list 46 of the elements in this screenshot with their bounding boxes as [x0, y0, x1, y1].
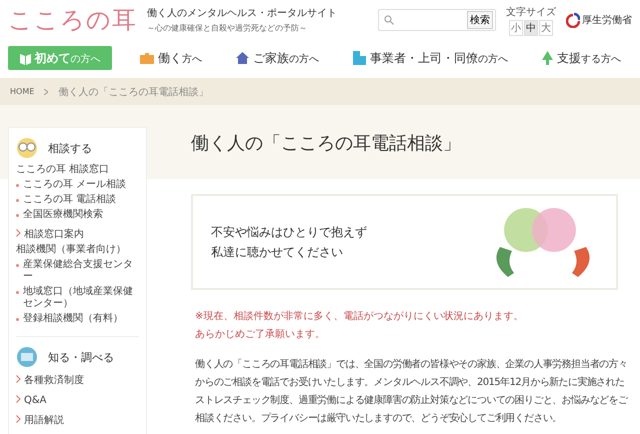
font-size-button[interactable]: 中: [524, 20, 538, 36]
ministry-emblem-icon: [566, 12, 580, 28]
banner-text: 不安や悩みはひとりで抱えず: [211, 224, 367, 241]
chevron-icon: [44, 88, 48, 94]
sidebar-link[interactable]: こころの耳 電話相談: [23, 194, 139, 206]
ministry-logo[interactable]: 厚生労働省: [566, 12, 632, 28]
nav-link[interactable]: 働く 方へ: [140, 50, 202, 66]
sidebar-heading: 相談する: [48, 140, 92, 156]
site-tagline: 働く人のメンタルヘルス・ポータルサイト: [147, 6, 338, 20]
font-size-label: 文字サイズ: [506, 6, 556, 18]
search-button[interactable]: 検索: [467, 11, 493, 29]
briefcase-icon: [140, 52, 154, 64]
sidebar-link[interactable]: Q&A: [24, 395, 47, 407]
chevron-icon: [16, 375, 21, 383]
notice-text: ※現在、相談件数が非常に多く、電話がつながりにくい状況にあります。: [195, 310, 524, 324]
sidebar-link[interactable]: 産業保健総合支援センター: [23, 259, 139, 283]
font-size-button[interactable]: 大: [539, 20, 553, 36]
tree-icon: [542, 51, 553, 65]
body-paragraph: 働く人の「こころの耳電話相談」では、全国の労働者の皆様やその家族、企業の人事労務担当者の方々からのご相談を電話でお受けいたします。メンタルヘルス不調や、2015年12月から新たに実施されたストレスチェック制度、過重労働による健康障害の防止対策などについての困りごと、お悩みなどをご相談ください。プライバシーは厳守いたしますので、どうぞ安心してご利用ください。: [195, 358, 629, 426]
sidebar-link[interactable]: 相談窓口案内: [24, 229, 84, 241]
sidebar-link[interactable]: 登録相談機関（有料）: [23, 313, 139, 325]
chevron-icon: [16, 229, 21, 237]
sidebar-link[interactable]: 全国医療機関検索: [23, 209, 139, 221]
nav-link[interactable]: ご家族の方へ: [236, 50, 319, 66]
notice-text: あらかじめご了承願います。: [195, 328, 326, 342]
building-icon: [353, 51, 366, 65]
sidebar-link[interactable]: 各種救済制度: [24, 375, 84, 387]
sidebar-subheading: こころの耳 相談窓口: [16, 164, 110, 175]
sidebar-link[interactable]: 地域窓口（地域産業保健センター）: [23, 286, 139, 310]
nav-link[interactable]: 支援する方へ: [542, 50, 621, 66]
sidebar-link[interactable]: 用語解説: [24, 415, 64, 427]
house-icon: [236, 52, 249, 64]
font-size-button[interactable]: 小: [509, 20, 523, 36]
sidebar-heading: 知る・調べる: [48, 350, 114, 364]
search-icon: [384, 15, 394, 25]
page-title: 働く人の「こころの耳電話相談」: [191, 132, 461, 155]
book-icon: [16, 347, 38, 367]
search-field[interactable]: 検索: [378, 9, 496, 31]
chevron-icon: [16, 415, 21, 423]
breadcrumb-link[interactable]: HOME: [10, 87, 34, 96]
site-subtagline: ～心の健康確保と自殺や過労死などの予防～: [147, 22, 307, 34]
banner-text: 私達に聴かせてください: [211, 244, 344, 261]
sidebar-subheading: 相談機関（事業者向け）: [16, 244, 126, 255]
nav-link[interactable]: 事業者・上司・同僚の方へ: [353, 50, 508, 66]
chevron-icon: [16, 395, 21, 403]
sidebar-link[interactable]: こころの耳 メール相談: [23, 179, 139, 191]
